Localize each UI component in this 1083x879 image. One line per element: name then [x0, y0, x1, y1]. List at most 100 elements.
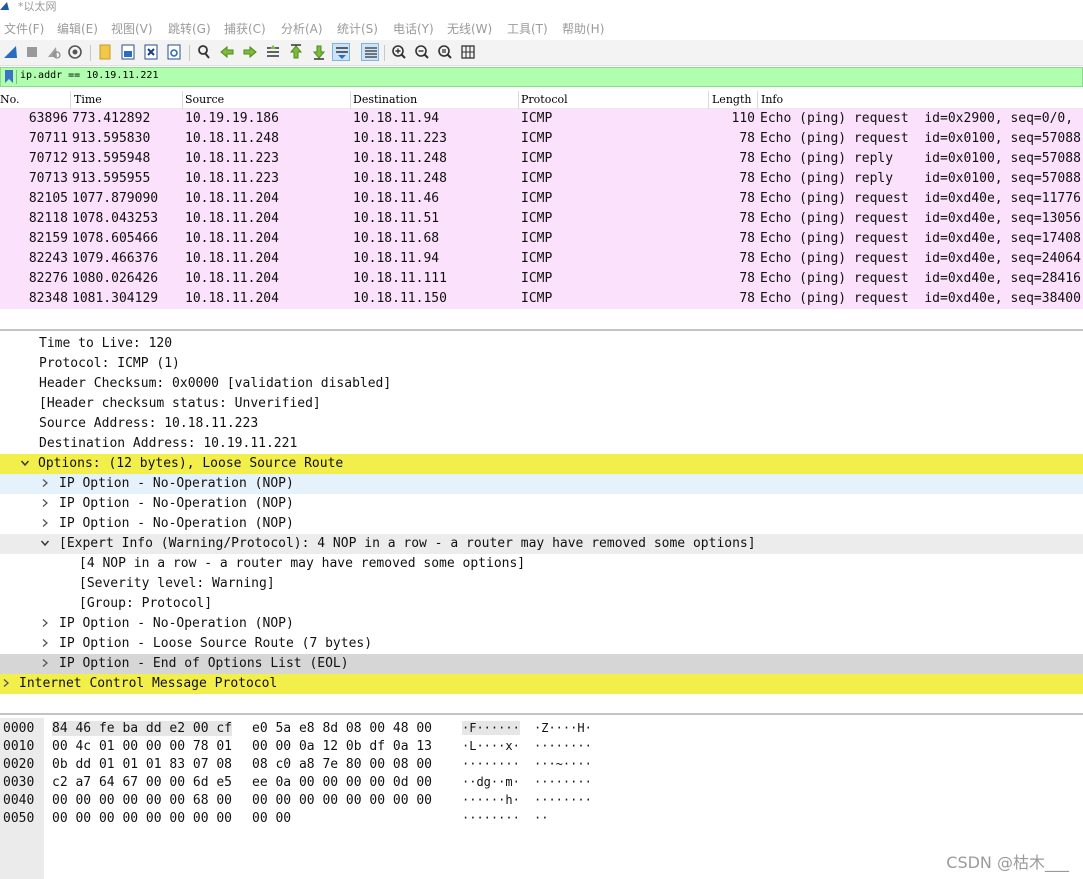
capture-options-icon[interactable]	[66, 43, 84, 61]
packet-row[interactable]: 82276 1080.026426 10.18.11.204 10.18.11.…	[0, 269, 1083, 289]
ascii-bytes[interactable]: ········	[534, 793, 592, 807]
colorize-icon[interactable]	[361, 43, 379, 61]
ascii-bytes[interactable]: ··dg··m·	[462, 775, 520, 789]
display-filter-bar[interactable]: ip.addr == 10.19.11.221	[0, 67, 1083, 87]
ascii-bytes[interactable]: ·F······	[462, 721, 520, 735]
open-folder-icon[interactable]	[96, 43, 114, 61]
go-first-icon[interactable]	[287, 43, 305, 61]
chevron-right-icon[interactable]	[40, 658, 50, 668]
menu-telephony[interactable]: 电话(Y)	[393, 20, 434, 37]
column-header-no[interactable]: No.	[0, 93, 20, 106]
zoom-out-icon[interactable]	[413, 43, 431, 61]
column-divider[interactable]	[708, 91, 709, 109]
column-header-source[interactable]: Source	[185, 93, 224, 106]
resize-columns-icon[interactable]	[459, 43, 477, 61]
hex-bytes[interactable]: e0 5a e8 8d 08 00 48 00	[252, 721, 432, 736]
column-divider[interactable]	[757, 91, 758, 109]
menu-file[interactable]: 文件(F)	[4, 20, 44, 37]
hex-bytes[interactable]: 00 00	[252, 811, 291, 826]
packet-row[interactable]: 82348 1081.304129 10.18.11.204 10.18.11.…	[0, 289, 1083, 309]
hex-bytes[interactable]: 84 46 fe ba dd e2 00 cf	[52, 721, 233, 736]
packet-row[interactable]: 70711 913.595830 10.18.11.248 10.18.11.2…	[0, 129, 1083, 149]
menu-statistics[interactable]: 统计(S)	[337, 20, 378, 37]
bytes-row[interactable]: 0040 00 00 00 00 00 00 68 00 00 00 00 00…	[0, 792, 1083, 810]
pane-splitter[interactable]	[0, 713, 1083, 715]
chevron-down-icon[interactable]	[40, 538, 50, 548]
menu-view[interactable]: 视图(V)	[111, 20, 153, 37]
ascii-bytes[interactable]: ········	[462, 757, 520, 771]
column-header-length[interactable]: Length	[712, 93, 751, 106]
restart-icon[interactable]	[44, 43, 62, 61]
bytes-row[interactable]: 0030 c2 a7 64 67 00 00 6d e5 ee 0a 00 00…	[0, 774, 1083, 792]
column-header-time[interactable]: Time	[74, 93, 102, 106]
shark-fin-start-icon[interactable]	[2, 43, 20, 61]
menu-analyze[interactable]: 分析(A)	[281, 20, 323, 37]
detail-field-source-address[interactable]: Source Address: 10.18.11.223	[0, 414, 1083, 434]
detail-field-destination-address[interactable]: Destination Address: 10.19.11.221	[0, 434, 1083, 454]
detail-node-icmp[interactable]: Internet Control Message Protocol	[0, 674, 1083, 694]
chevron-right-icon[interactable]	[1, 678, 11, 688]
detail-node-ip-option-nop[interactable]: IP Option - No-Operation (NOP)	[0, 614, 1083, 634]
ascii-bytes[interactable]: ··	[534, 811, 548, 825]
close-file-icon[interactable]	[142, 43, 160, 61]
column-divider[interactable]	[182, 91, 183, 109]
packet-row[interactable]: 70713 913.595955 10.18.11.223 10.18.11.2…	[0, 169, 1083, 189]
column-divider[interactable]	[350, 91, 351, 109]
detail-node-ip-option-nop[interactable]: IP Option - No-Operation (NOP)	[0, 494, 1083, 514]
go-forward-icon[interactable]	[241, 43, 259, 61]
menu-go[interactable]: 跳转(G)	[168, 20, 211, 37]
detail-node-ip-option-lsr[interactable]: IP Option - Loose Source Route (7 bytes)	[0, 634, 1083, 654]
detail-node-ip-option-nop[interactable]: IP Option - No-Operation (NOP)	[0, 474, 1083, 494]
detail-node-ip-option-eol[interactable]: IP Option - End of Options List (EOL)	[0, 654, 1083, 674]
detail-field-expert-message[interactable]: [4 NOP in a row - a router may have remo…	[0, 554, 1083, 574]
hex-bytes[interactable]: c2 a7 64 67 00 00 6d e5	[52, 775, 232, 790]
hex-bytes[interactable]: 00 00 00 00 00 00 68 00	[52, 793, 232, 808]
bytes-row[interactable]: 0000 84 46 fe ba dd e2 00 cf e0 5a e8 8d…	[0, 720, 1083, 738]
column-divider[interactable]	[70, 91, 71, 109]
detail-node-options[interactable]: Options: (12 bytes), Loose Source Route	[0, 454, 1083, 474]
find-icon[interactable]	[195, 43, 213, 61]
detail-node-expert-info[interactable]: [Expert Info (Warning/Protocol): 4 NOP i…	[0, 534, 1083, 554]
ascii-bytes[interactable]: ········	[462, 811, 520, 825]
save-file-icon[interactable]	[119, 43, 137, 61]
zoom-normal-icon[interactable]	[436, 43, 454, 61]
ascii-bytes[interactable]: ········	[534, 775, 592, 789]
menu-edit[interactable]: 编辑(E)	[57, 20, 98, 37]
detail-node-ip-option-nop[interactable]: IP Option - No-Operation (NOP)	[0, 514, 1083, 534]
column-header-destination[interactable]: Destination	[353, 93, 417, 106]
column-header-info[interactable]: Info	[761, 93, 783, 106]
reload-icon[interactable]	[165, 43, 183, 61]
hex-bytes[interactable]: 00 00 00 00 00 00 00 00	[252, 793, 432, 808]
detail-field-severity[interactable]: [Severity level: Warning]	[0, 574, 1083, 594]
detail-field-ttl[interactable]: Time to Live: 120	[0, 334, 1083, 354]
chevron-right-icon[interactable]	[40, 478, 50, 488]
go-to-packet-icon[interactable]	[264, 43, 282, 61]
ascii-bytes[interactable]: ·Z····H·	[534, 721, 592, 735]
bytes-row[interactable]: 0020 0b dd 01 01 01 83 07 08 08 c0 a8 7e…	[0, 756, 1083, 774]
packet-row[interactable]: 63896 773.412892 10.19.19.186 10.18.11.9…	[0, 109, 1083, 129]
display-filter-input[interactable]: ip.addr == 10.19.11.221	[20, 70, 158, 81]
pane-splitter[interactable]	[0, 329, 1083, 331]
packet-row[interactable]: 82159 1078.605466 10.18.11.204 10.18.11.…	[0, 229, 1083, 249]
ascii-bytes[interactable]: ········	[534, 739, 592, 753]
chevron-down-icon[interactable]	[20, 458, 30, 468]
column-divider[interactable]	[518, 91, 519, 109]
zoom-in-icon[interactable]	[390, 43, 408, 61]
chevron-right-icon[interactable]	[40, 618, 50, 628]
packet-row[interactable]: 82243 1079.466376 10.18.11.204 10.18.11.…	[0, 249, 1083, 269]
chevron-right-icon[interactable]	[40, 498, 50, 508]
menu-capture[interactable]: 捕获(C)	[224, 20, 266, 37]
ascii-bytes[interactable]: ···~····	[534, 757, 592, 771]
bytes-row[interactable]: 0010 00 4c 01 00 00 00 78 01 00 00 0a 12…	[0, 738, 1083, 756]
hex-bytes[interactable]: 00 00 0a 12 0b df 0a 13	[252, 739, 432, 754]
detail-field-checksum[interactable]: Header Checksum: 0x0000 [validation disa…	[0, 374, 1083, 394]
packet-row[interactable]: 70712 913.595948 10.18.11.223 10.18.11.2…	[0, 149, 1083, 169]
menu-wireless[interactable]: 无线(W)	[447, 20, 492, 37]
detail-field-protocol[interactable]: Protocol: ICMP (1)	[0, 354, 1083, 374]
detail-field-checksum-status[interactable]: [Header checksum status: Unverified]	[0, 394, 1083, 414]
menu-tools[interactable]: 工具(T)	[507, 20, 548, 37]
column-header-protocol[interactable]: Protocol	[521, 93, 568, 106]
hex-bytes[interactable]: 00 00 00 00 00 00 00 00	[52, 811, 232, 826]
ascii-bytes[interactable]: ·L····x·	[462, 739, 520, 753]
hex-bytes[interactable]: ee 0a 00 00 00 00 0d 00	[252, 775, 432, 790]
